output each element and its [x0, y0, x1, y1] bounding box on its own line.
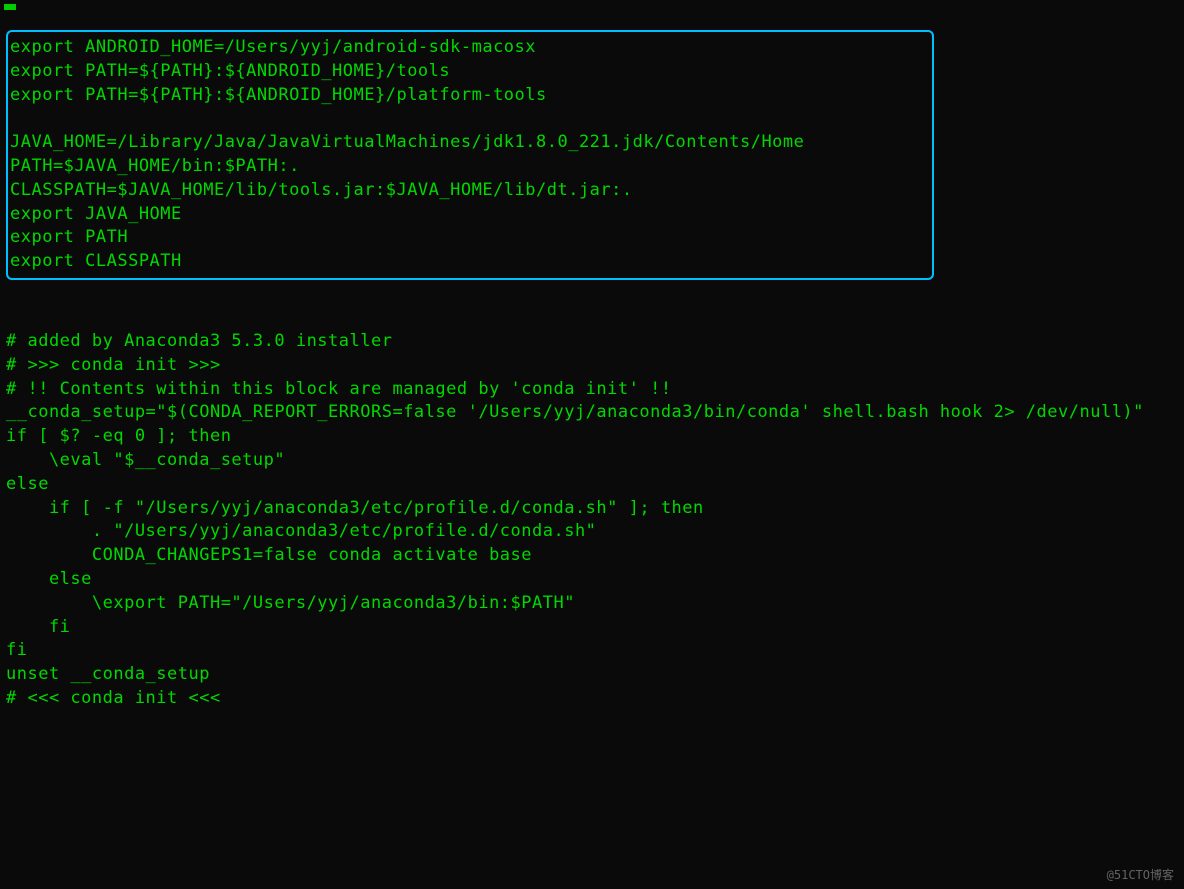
code-line: if [ $? -eq 0 ]; then — [6, 425, 1178, 449]
code-line: export PATH=${PATH}:${ANDROID_HOME}/plat… — [10, 84, 930, 108]
main-code-block[interactable]: # added by Anaconda3 5.3.0 installer # >… — [4, 330, 1180, 711]
code-line: # added by Anaconda3 5.3.0 installer — [6, 330, 1178, 354]
watermark-text: @51CTO博客 — [1107, 866, 1174, 883]
code-line: # <<< conda init <<< — [6, 687, 1178, 711]
code-line: export JAVA_HOME — [10, 203, 930, 227]
selected-code-block[interactable]: export ANDROID_HOME=/Users/yyj/android-s… — [6, 30, 934, 280]
code-line: JAVA_HOME=/Library/Java/JavaVirtualMachi… — [10, 131, 930, 155]
code-line: unset __conda_setup — [6, 663, 1178, 687]
code-line: PATH=$JAVA_HOME/bin:$PATH:. — [10, 155, 930, 179]
blank-line — [10, 107, 930, 131]
code-line: if [ -f "/Users/yyj/anaconda3/etc/profil… — [6, 497, 1178, 521]
code-line: \export PATH="/Users/yyj/anaconda3/bin:$… — [6, 592, 1178, 616]
code-line: # >>> conda init >>> — [6, 354, 1178, 378]
cursor-indicator — [4, 4, 16, 10]
code-line: CLASSPATH=$JAVA_HOME/lib/tools.jar:$JAVA… — [10, 179, 930, 203]
code-line: else — [6, 568, 1178, 592]
code-line: export PATH=${PATH}:${ANDROID_HOME}/tool… — [10, 60, 930, 84]
code-line: . "/Users/yyj/anaconda3/etc/profile.d/co… — [6, 520, 1178, 544]
code-line: \eval "$__conda_setup" — [6, 449, 1178, 473]
code-line: else — [6, 473, 1178, 497]
code-line: CONDA_CHANGEPS1=false conda activate bas… — [6, 544, 1178, 568]
code-line: fi — [6, 616, 1178, 640]
code-line: # !! Contents within this block are mana… — [6, 378, 1178, 402]
code-line: export PATH — [10, 226, 930, 250]
terminal-window[interactable]: export ANDROID_HOME=/Users/yyj/android-s… — [0, 0, 1184, 715]
code-line: fi — [6, 639, 1178, 663]
code-line: export CLASSPATH — [10, 250, 930, 274]
code-line: __conda_setup="$(CONDA_REPORT_ERRORS=fal… — [6, 401, 1178, 425]
code-line: export ANDROID_HOME=/Users/yyj/android-s… — [10, 36, 930, 60]
